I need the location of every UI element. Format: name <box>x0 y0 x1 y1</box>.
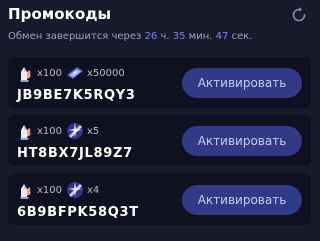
timer-prefix: Обмен завершится через <box>8 31 142 42</box>
promo-code: HT8BX7JL89Z7 <box>17 146 133 161</box>
activate-button[interactable]: Активировать <box>182 126 302 156</box>
promo-code: 6B9BFPK58Q3T <box>17 205 139 220</box>
exchange-timer: Обмен завершится через 26 ч. 35 мин. 47 … <box>8 31 252 42</box>
activate-button[interactable]: Активировать <box>182 185 302 215</box>
reward-qty: x4 <box>87 184 100 196</box>
gem-ticket-icon <box>67 67 84 79</box>
refresh-icon[interactable] <box>290 6 308 24</box>
timer-seconds-unit: сек. <box>231 31 253 42</box>
promo-code: JB9BE7K5RQY3 <box>17 88 136 103</box>
reward-qty: x100 <box>37 184 63 196</box>
crystal-fist-icon <box>20 67 31 82</box>
crystal-fist-icon <box>20 184 31 199</box>
promocode-card: x100 x50000 JB9BE7K5RQY3 Активировать <box>8 57 311 108</box>
reward-qty: x50000 <box>87 67 125 79</box>
timer-hours: 26 <box>144 31 158 42</box>
reward-qty: x100 <box>37 125 63 137</box>
crystal-fist-icon <box>20 125 31 140</box>
magic-scroll-icon <box>67 123 84 139</box>
panel-title: Промокоды <box>8 5 112 23</box>
reward-qty: x5 <box>87 125 100 137</box>
timer-minutes-unit: мин. <box>188 31 213 42</box>
magic-scroll-icon <box>67 182 84 198</box>
promocodes-panel: Промокоды Обмен завершится через 26 ч. 3… <box>0 0 318 241</box>
timer-seconds: 47 <box>215 31 229 42</box>
timer-hours-unit: ч. <box>160 31 170 42</box>
reward-list: x100 x4 <box>15 180 102 200</box>
reward-qty: x100 <box>37 67 63 79</box>
reward-list: x100 x50000 <box>15 63 128 83</box>
activate-button[interactable]: Активировать <box>182 68 302 98</box>
promocode-card: x100 x4 6B9BFPK58Q3T Активировать <box>8 174 311 225</box>
reward-list: x100 x5 <box>15 121 102 141</box>
promocode-card: x100 x5 HT8BX7JL89Z7 Активировать <box>8 115 311 166</box>
timer-minutes: 35 <box>172 31 186 42</box>
